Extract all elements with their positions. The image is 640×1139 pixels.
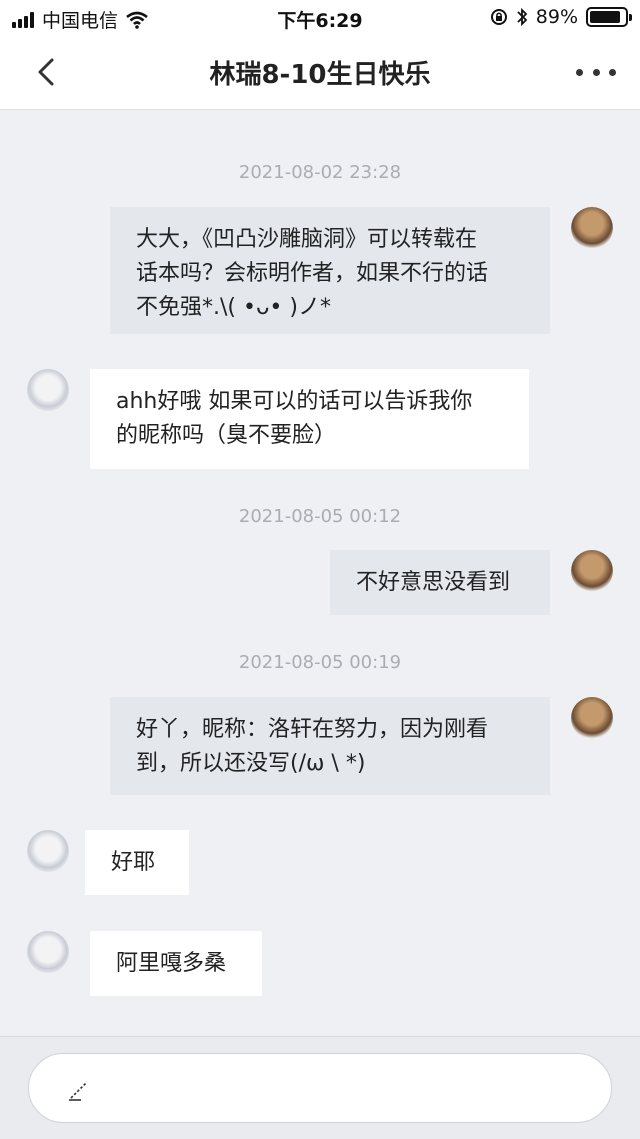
contact-avatar[interactable] — [27, 830, 69, 872]
message-timestamp: 2021-08-05 00:12 — [238, 506, 402, 527]
my-avatar[interactable] — [571, 207, 613, 249]
outgoing-message[interactable]: 好丫，昵称：洛轩在努力，因为刚看 到，所以还没写(/ω \ *) — [110, 697, 550, 795]
battery-percent: 89% — [535, 6, 578, 28]
incoming-message[interactable]: 好耶 — [85, 830, 189, 895]
more-dot — [592, 68, 600, 76]
status-right: 89% — [490, 6, 632, 28]
rotation-lock-icon — [490, 9, 507, 25]
message-timestamp: 2021-08-02 23:28 — [238, 162, 402, 183]
battery-level — [590, 11, 621, 23]
battery-icon — [586, 7, 632, 27]
more-dots-icon — [576, 68, 583, 76]
outgoing-message[interactable]: 不好意思没看到 — [330, 550, 550, 615]
message-timestamp: 2021-08-05 00:19 — [238, 652, 402, 673]
more-button[interactable] — [576, 60, 616, 84]
contact-avatar[interactable] — [27, 931, 69, 973]
page-title: 林瑞8-10生日快乐 — [209, 60, 431, 90]
incoming-message[interactable]: ahh好哦 如果可以的话可以告诉我你 的昵称吗（臭不要脸） — [90, 369, 529, 469]
status-bar: 中国电信 下午6:29 89% — [0, 0, 640, 36]
more-dot — [609, 68, 616, 76]
contact-avatar[interactable] — [27, 369, 69, 411]
pen-icon — [69, 1081, 88, 1101]
outgoing-message[interactable]: 大大，《凹凸沙雕脑洞》可以转载在 话本吗？会标明作者，如果不行的话 不免强*.\… — [110, 207, 550, 334]
my-avatar[interactable] — [571, 550, 613, 592]
message-input[interactable] — [28, 1053, 612, 1123]
incoming-message[interactable]: 阿里嘎多桑 — [90, 931, 262, 996]
bluetooth-icon — [517, 7, 528, 27]
my-avatar[interactable] — [571, 697, 613, 739]
nav-bar: 林瑞8-10生日快乐 — [0, 36, 640, 110]
input-bar — [0, 1036, 640, 1139]
